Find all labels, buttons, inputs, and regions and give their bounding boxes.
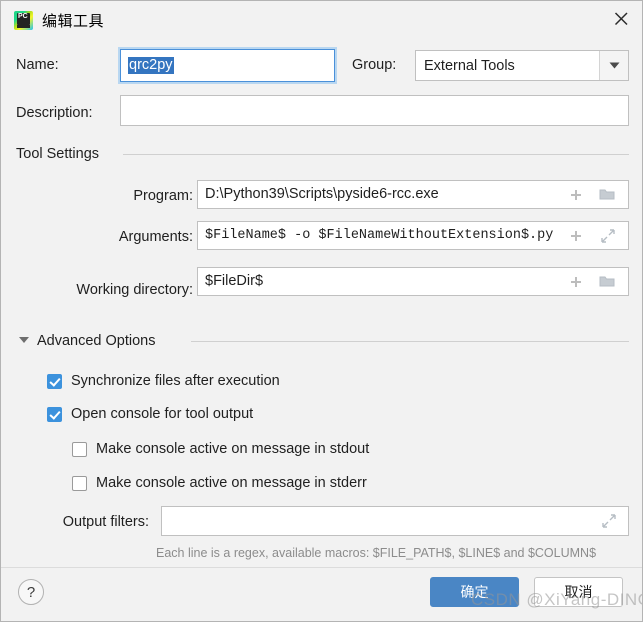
- ok-button[interactable]: 确定: [430, 577, 519, 607]
- checkbox-label: Make console active on message in stdout: [96, 441, 369, 457]
- expand-icon[interactable]: [600, 228, 616, 244]
- tool-settings-section-title: Tool Settings: [16, 146, 99, 162]
- edit-tool-dialog: PC 编辑工具 Name: qrc2py Group: External Too…: [0, 0, 643, 622]
- arguments-input-value: $FileName$ -o $FileNameWithoutExtension$…: [205, 229, 553, 243]
- checkbox-label: Make console active on message in stderr: [96, 475, 367, 491]
- description-label: Description:: [16, 105, 93, 121]
- advanced-options-divider: [191, 341, 629, 342]
- program-label: Program:: [41, 188, 193, 204]
- description-input[interactable]: [120, 95, 629, 126]
- chevron-down-icon[interactable]: [599, 51, 628, 80]
- program-input[interactable]: D:\Python39\Scripts\pyside6-rcc.exe: [197, 180, 629, 209]
- advanced-options-section-title[interactable]: Advanced Options: [37, 333, 156, 349]
- checkbox-console-active-stderr[interactable]: Make console active on message in stderr: [72, 475, 367, 491]
- window-title: 编辑工具: [42, 10, 104, 31]
- group-select-value: External Tools: [416, 58, 599, 74]
- checkbox-synchronize-files[interactable]: Synchronize files after execution: [47, 373, 280, 389]
- name-label: Name:: [16, 57, 59, 73]
- working-directory-label: Working directory:: [21, 282, 193, 298]
- help-button[interactable]: ?: [18, 579, 44, 605]
- footer-divider: [1, 567, 643, 568]
- output-filters-hint: Each line is a regex, available macros: …: [156, 546, 596, 560]
- title-bar: PC 编辑工具: [1, 1, 643, 41]
- name-input-value: qrc2py: [128, 57, 174, 75]
- folder-icon-glyph: [599, 274, 616, 288]
- output-filters-input[interactable]: [161, 506, 629, 536]
- plus-icon-glyph: [568, 228, 584, 244]
- checkbox-label: Synchronize files after execution: [71, 373, 280, 389]
- close-icon-glyph: [614, 12, 629, 26]
- arguments-input[interactable]: $FileName$ -o $FileNameWithoutExtension$…: [197, 221, 629, 250]
- checkbox-indicator[interactable]: [47, 374, 62, 389]
- checkbox-indicator[interactable]: [72, 476, 87, 491]
- checkbox-open-console[interactable]: Open console for tool output: [47, 406, 253, 422]
- arguments-label: Arguments:: [41, 229, 193, 245]
- working-directory-input-value: $FileDir$: [205, 274, 263, 289]
- checkbox-indicator[interactable]: [72, 442, 87, 457]
- chevron-down-icon[interactable]: [19, 337, 29, 343]
- program-input-value: D:\Python39\Scripts\pyside6-rcc.exe: [205, 187, 439, 202]
- folder-icon[interactable]: [599, 187, 615, 203]
- expand-icon[interactable]: [601, 513, 617, 529]
- group-label: Group:: [352, 57, 396, 73]
- name-input[interactable]: qrc2py: [120, 49, 335, 82]
- expand-icon-glyph: [601, 513, 617, 529]
- checkbox-label: Open console for tool output: [71, 406, 253, 422]
- pycharm-icon: PC: [14, 11, 33, 30]
- folder-icon-glyph: [599, 187, 616, 201]
- plus-icon[interactable]: [568, 187, 584, 203]
- checkbox-console-active-stdout[interactable]: Make console active on message in stdout: [72, 441, 369, 457]
- checkbox-indicator[interactable]: [47, 407, 62, 422]
- folder-icon[interactable]: [599, 274, 615, 290]
- plus-icon-glyph: [568, 274, 584, 290]
- output-filters-label: Output filters:: [21, 514, 149, 530]
- plus-icon[interactable]: [568, 228, 584, 244]
- cancel-button[interactable]: 取消: [534, 577, 623, 607]
- tool-settings-divider: [123, 154, 629, 155]
- expand-icon-glyph: [600, 228, 616, 244]
- chevron-down-icon-glyph: [609, 62, 620, 69]
- close-icon[interactable]: [599, 1, 643, 35]
- working-directory-input[interactable]: $FileDir$: [197, 267, 629, 296]
- plus-icon[interactable]: [568, 274, 584, 290]
- pycharm-icon-text: PC: [18, 13, 28, 21]
- group-select[interactable]: External Tools: [415, 50, 629, 81]
- plus-icon-glyph: [568, 187, 584, 203]
